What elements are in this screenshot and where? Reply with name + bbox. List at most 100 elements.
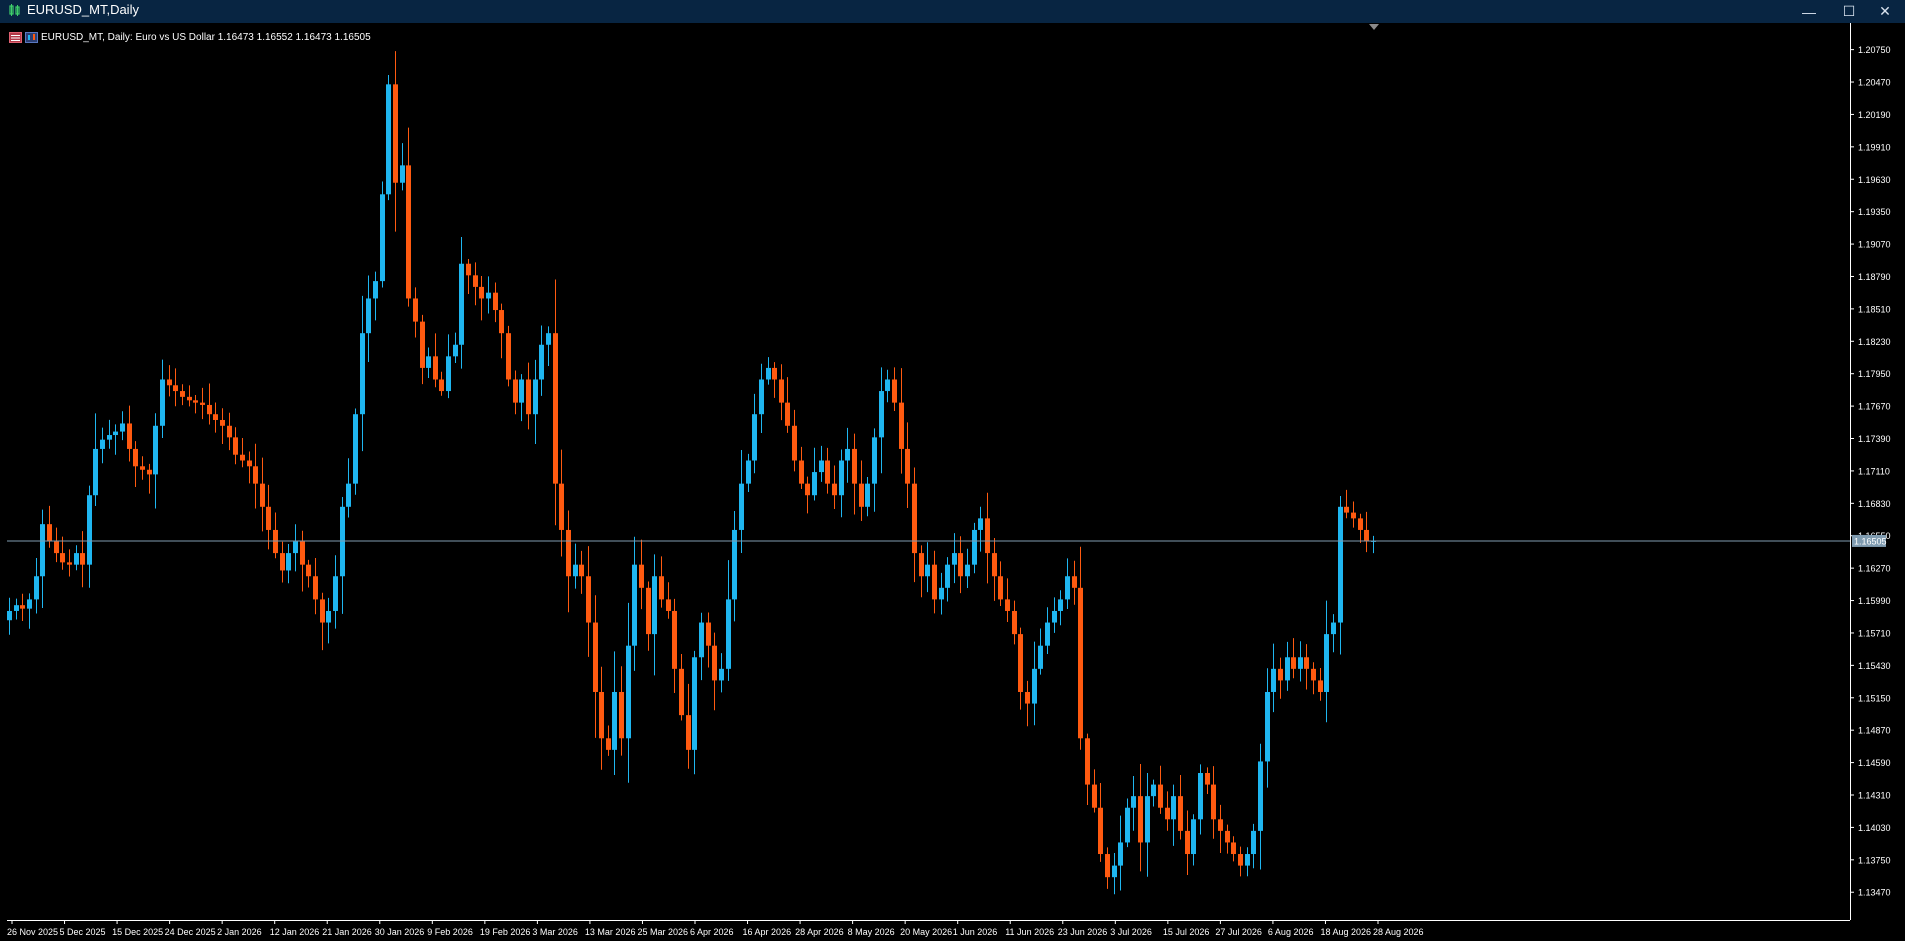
candle (652, 554, 657, 676)
candle (133, 441, 138, 488)
candle-body (945, 564, 950, 588)
chart-type-icon (25, 31, 38, 43)
maximize-button[interactable]: ☐ (1829, 0, 1869, 23)
candle (140, 456, 145, 480)
candle-body (1225, 830, 1230, 843)
candle (579, 550, 584, 594)
candle-body (792, 425, 797, 461)
candle (393, 51, 398, 232)
candle-body (1331, 622, 1336, 635)
candle (60, 536, 65, 570)
candle-body (1012, 610, 1017, 635)
candle-body (1338, 506, 1343, 623)
candle (320, 592, 325, 651)
candle (945, 557, 950, 602)
candle (706, 612, 711, 668)
x-tick-label: 20 May 2026 (900, 927, 952, 937)
candle-body (593, 622, 598, 692)
candle-body (493, 292, 498, 311)
candle (120, 411, 125, 441)
candle-body (978, 518, 983, 530)
candle-body (1271, 668, 1276, 692)
candle-body (1285, 657, 1290, 681)
candle (313, 558, 318, 615)
candle-body (586, 576, 591, 623)
candle-body (107, 435, 112, 440)
candle-body (260, 483, 265, 507)
candle (1118, 815, 1123, 891)
candle-body (546, 333, 551, 345)
y-tick-label: 1.13750 (1858, 855, 1891, 865)
candle (932, 550, 937, 614)
x-tick-label: 1 Jun 2026 (953, 927, 998, 937)
close-button[interactable]: ✕ (1865, 0, 1905, 23)
x-tick-label: 9 Feb 2026 (427, 927, 473, 937)
candle-body (147, 469, 152, 475)
candle-body (852, 448, 857, 484)
chart-shift-marker-icon[interactable] (1369, 24, 1379, 30)
candle (300, 530, 305, 592)
candle-body (1211, 784, 1216, 820)
chart-legend: EURUSD_MT, Daily: Euro vs US Dollar 1.16… (9, 30, 371, 44)
candle (626, 602, 631, 783)
candle (14, 598, 19, 620)
candle-body (879, 391, 884, 438)
candle (659, 556, 664, 608)
candle (1271, 643, 1276, 713)
candle-body (240, 454, 245, 461)
candle (306, 559, 311, 588)
candle-body (998, 576, 1003, 600)
candle (1131, 775, 1136, 831)
candle-body (519, 379, 524, 403)
candle (1265, 668, 1270, 788)
y-tick-label: 1.20750 (1858, 45, 1891, 55)
candle (100, 427, 105, 464)
candle-body (293, 541, 298, 554)
x-tick-label: 3 Jul 2026 (1110, 927, 1152, 937)
candle-body (346, 483, 351, 507)
candle-body (466, 263, 471, 276)
candle (819, 445, 824, 482)
candle (346, 458, 351, 518)
candle (486, 276, 491, 314)
candle-body (1344, 506, 1349, 513)
candle (799, 446, 804, 490)
candle (420, 314, 425, 385)
candle (20, 593, 25, 622)
chart-window[interactable]: 1.20750 1.20470 1.20190 1.19910 1.19630 1.193… (7, 23, 1903, 941)
candle (905, 422, 910, 508)
candle-body (1065, 576, 1070, 600)
candle (1145, 773, 1150, 877)
candle-body (253, 466, 258, 484)
current-price-label: 1.16505 (1854, 536, 1887, 546)
candle (1351, 501, 1356, 528)
candle (200, 387, 205, 420)
candle-body (699, 622, 704, 658)
candle (885, 369, 890, 403)
candle-body (1178, 796, 1183, 831)
candle-body (160, 379, 165, 426)
x-tick-label: 13 Mar 2026 (585, 927, 636, 937)
candle (220, 408, 225, 444)
candle (958, 536, 963, 594)
candle-body (865, 483, 870, 507)
candle-body (433, 356, 438, 380)
candle-body (899, 402, 904, 449)
candle (1238, 846, 1243, 877)
y-tick-label: 1.15710 (1858, 628, 1891, 638)
candle (87, 485, 92, 588)
candle (785, 377, 790, 433)
candle (619, 666, 624, 756)
candle (513, 370, 518, 415)
candle (739, 450, 744, 554)
price-chart[interactable]: 1.20750 1.20470 1.20190 1.19910 1.19630 1.193… (7, 23, 1903, 941)
candle-body (1032, 668, 1037, 704)
candle-body (360, 333, 365, 415)
candle-body (752, 414, 757, 461)
candle-body (985, 518, 990, 554)
candle (127, 405, 132, 462)
candle-body (1238, 854, 1243, 866)
y-tick-label: 1.19910 (1858, 142, 1891, 152)
candle (213, 402, 218, 433)
minimize-button[interactable]: — (1789, 0, 1829, 23)
